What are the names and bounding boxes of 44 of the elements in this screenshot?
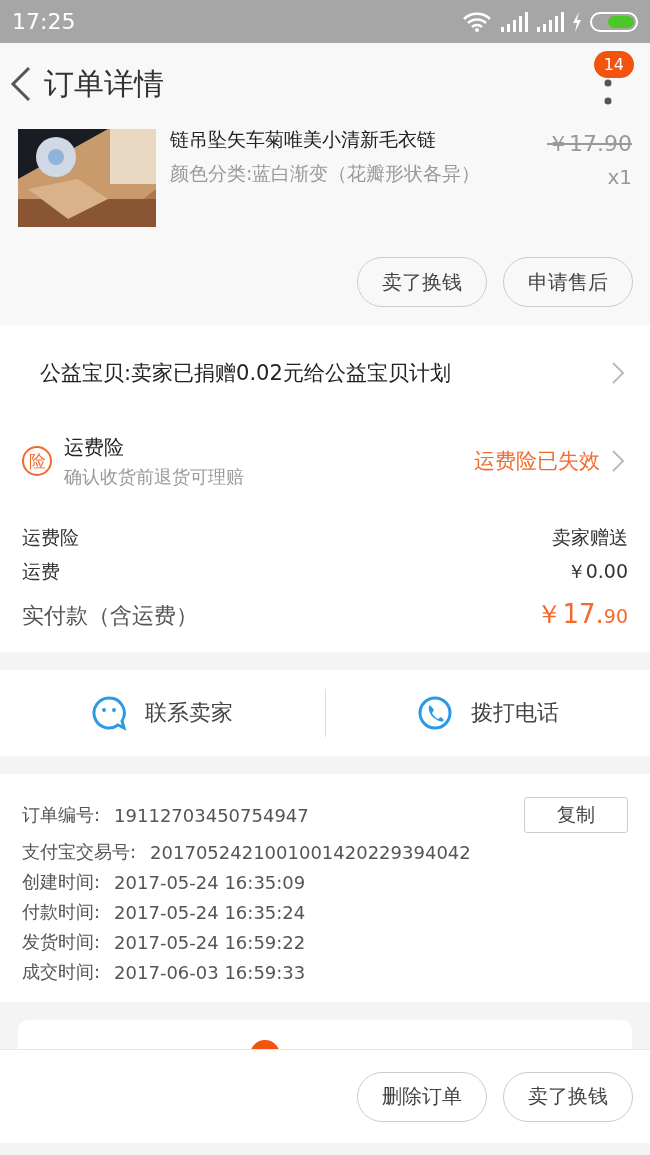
contact-button[interactable]: 拨打电话 bbox=[325, 694, 650, 732]
info-value: 19112703450754947 bbox=[114, 804, 309, 826]
fee-label: 运费险 bbox=[22, 525, 79, 550]
info-label: 付款时间: bbox=[22, 900, 101, 924]
phone-icon bbox=[416, 695, 453, 731]
battery-icon bbox=[590, 11, 638, 32]
charity-text: 公益宝贝:卖家已捐赠0.02元给公益宝贝计划 bbox=[40, 360, 451, 387]
fee-value: 卖家赠送 bbox=[552, 525, 628, 550]
fee-label: 运费 bbox=[22, 559, 60, 584]
info-value: 2017-05-24 16:35:24 bbox=[114, 901, 306, 923]
charging-icon bbox=[572, 11, 582, 32]
insurance-title: 运费险 bbox=[64, 433, 125, 461]
info-label: 订单编号: bbox=[22, 803, 101, 827]
product-title: 链吊坠矢车菊唯美小清新毛衣链 bbox=[170, 127, 437, 152]
original-price: ￥17.90 bbox=[547, 130, 632, 158]
page-title: 订单详情 bbox=[44, 64, 164, 103]
info-value: 2017-05-24 16:59:22 bbox=[114, 931, 306, 953]
signal-icon bbox=[536, 11, 564, 32]
total-label: 实付款（含运费） bbox=[22, 602, 198, 630]
insurance-icon: 险 bbox=[22, 446, 52, 476]
product-variant: 颜色分类:蓝白渐变（花瓣形状各异） bbox=[170, 161, 482, 186]
info-label: 发货时间: bbox=[22, 930, 101, 954]
info-value: 2017-06-03 16:59:33 bbox=[114, 961, 306, 983]
copy-button[interactable]: 复制 bbox=[524, 797, 628, 833]
status-time: 17:25 bbox=[12, 9, 76, 34]
info-value: 2017-05-24 16:35:09 bbox=[114, 871, 306, 893]
action-button[interactable]: 删除订单 bbox=[357, 1071, 487, 1122]
action-button[interactable]: 卖了换钱 bbox=[503, 1071, 633, 1122]
notification-badge: 14 bbox=[593, 51, 634, 78]
info-label: 支付宝交易号: bbox=[22, 840, 137, 864]
quantity: x1 bbox=[607, 165, 632, 189]
action-button[interactable]: 申请售后 bbox=[503, 257, 633, 307]
fee-value: ￥0.00 bbox=[566, 559, 628, 584]
total-amount: ￥17.90 bbox=[536, 598, 628, 631]
info-label: 创建时间: bbox=[22, 870, 101, 894]
signal-icon bbox=[500, 11, 528, 32]
info-label: 成交时间: bbox=[22, 960, 101, 984]
contact-button[interactable]: 联系卖家 bbox=[0, 694, 325, 732]
insurance-subtitle: 确认收货前退货可理赔 bbox=[64, 464, 245, 489]
back-icon[interactable] bbox=[10, 66, 32, 102]
info-value: 2017052421001001420229394042 bbox=[150, 841, 471, 863]
chat-icon bbox=[91, 695, 128, 731]
action-button[interactable]: 卖了换钱 bbox=[357, 257, 487, 307]
wifi-icon bbox=[462, 10, 492, 33]
